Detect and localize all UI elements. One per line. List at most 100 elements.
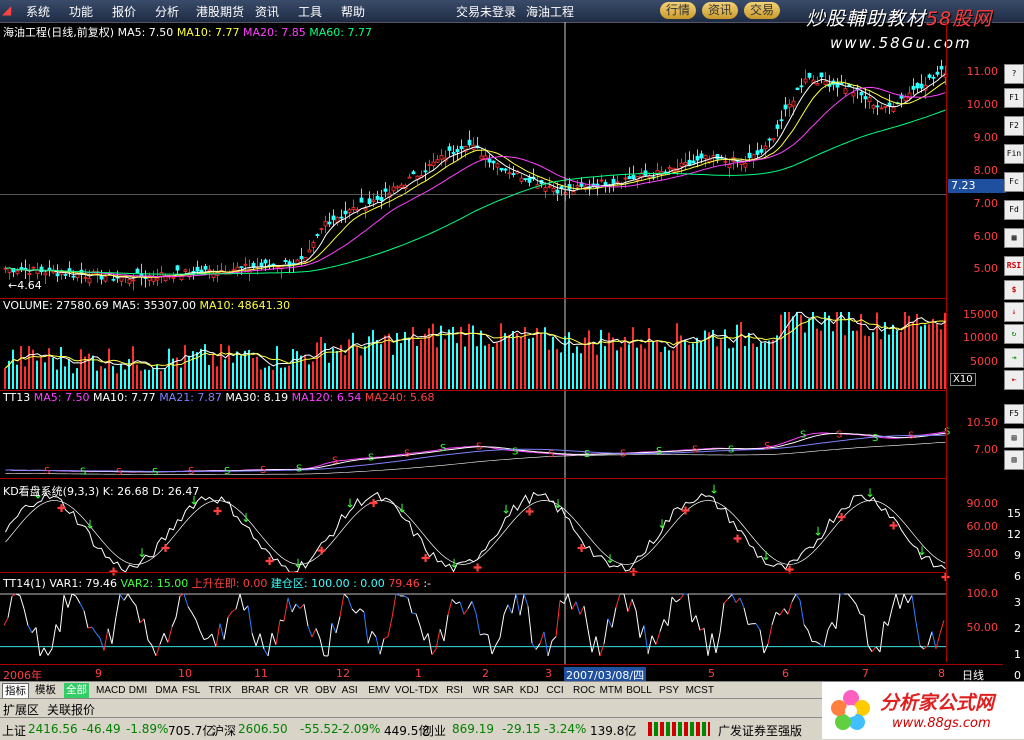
ext-label[interactable]: 扩展区	[3, 701, 39, 718]
tool-fd[interactable]: Fd	[1004, 200, 1024, 220]
volume-bar	[240, 356, 242, 389]
menu-analysis[interactable]: 分析	[155, 3, 179, 20]
volume-bar	[780, 315, 782, 389]
indicator-fsl[interactable]: FSL	[182, 683, 200, 698]
indicator-dmi[interactable]: DMI	[129, 683, 147, 698]
menu-help[interactable]: 帮助	[341, 3, 365, 20]
tool-f2[interactable]: F2	[1004, 116, 1024, 136]
candle-body	[864, 97, 867, 99]
tool-chart-icon[interactable]: ▥	[1004, 450, 1024, 470]
indicator-asi[interactable]: ASI	[342, 683, 358, 698]
kd-buy-arrow: ↓	[345, 497, 355, 511]
menu-hk-futures[interactable]: 港股期货	[196, 3, 244, 20]
indicator-vol-tdx[interactable]: VOL-TDX	[395, 683, 438, 698]
indicator-cci[interactable]: CCI	[546, 683, 563, 698]
tool-fin[interactable]: Fin	[1004, 144, 1024, 164]
volume-bar	[472, 326, 474, 389]
volume-bar	[420, 340, 422, 389]
indicator-roc[interactable]: ROC	[573, 683, 595, 698]
tab-template[interactable]: 模板	[33, 683, 58, 698]
pill-trade[interactable]: 交易	[744, 2, 780, 19]
indicator-mtm[interactable]: MTM	[600, 683, 623, 698]
menu-quote[interactable]: 报价	[112, 3, 136, 20]
candle-body	[260, 263, 263, 267]
volume-bar	[372, 330, 374, 389]
indicator-wr[interactable]: WR	[473, 683, 490, 698]
tab-all[interactable]: 全部	[64, 683, 89, 698]
menu-tools[interactable]: 工具	[298, 3, 322, 20]
indicator-obv[interactable]: OBV	[315, 683, 336, 698]
tool-refresh-icon[interactable]: ↻	[1004, 324, 1024, 344]
pill-news[interactable]: 资讯	[702, 2, 738, 19]
tool-scale-icon[interactable]: ▦	[1004, 228, 1024, 248]
trade-status: 交易未登录	[456, 3, 516, 20]
tool-help-icon[interactable]: ?	[1004, 64, 1024, 84]
indicator-kdj[interactable]: KDJ	[520, 683, 539, 698]
menu-system[interactable]: 系统	[26, 3, 50, 20]
indicator-sar[interactable]: SAR	[493, 683, 514, 698]
tt14-segment	[448, 599, 452, 614]
candle-body	[344, 211, 347, 214]
candle-body	[352, 208, 355, 210]
tt14-segment	[356, 609, 360, 613]
volume-bar	[736, 325, 738, 389]
tt14-segment	[608, 619, 612, 628]
tool-dollar[interactable]: $	[1004, 280, 1024, 300]
volume-bar	[388, 334, 390, 389]
menu-news[interactable]: 资讯	[255, 3, 279, 20]
volume-bar	[400, 343, 402, 389]
volume-bar	[576, 346, 578, 389]
tool-fc[interactable]: Fc	[1004, 172, 1024, 192]
indicator-mcst[interactable]: MCST	[686, 683, 714, 698]
indicator-rsi[interactable]: RSI	[446, 683, 463, 698]
tt13-signal: S	[152, 467, 158, 478]
kd-buy-arrow: ↓	[449, 557, 459, 571]
menu-function[interactable]: 功能	[69, 3, 93, 20]
tool-arrow-icon[interactable]: ↓	[1004, 302, 1024, 322]
volume-bar	[660, 352, 662, 389]
candle-body	[28, 273, 31, 274]
volume-bar	[900, 332, 902, 389]
tool-enter-icon[interactable]: ⇥	[1004, 348, 1024, 368]
market-bars-icon	[648, 722, 710, 736]
chart-area[interactable]: SSSSSSSSSSSSSSSSSSSSSSSSSS↓✚↓✚↓✚↓✚↓✚↓✚↓✚…	[0, 22, 1003, 664]
indicator-vr[interactable]: VR	[295, 683, 309, 698]
volume-bar	[92, 356, 94, 389]
indicator-trix[interactable]: TRIX	[209, 683, 232, 698]
tool-f5[interactable]: F5	[1004, 404, 1024, 424]
volume-bar	[580, 353, 582, 389]
tt14-segment	[212, 634, 216, 647]
tool-grid-icon[interactable]: ▤	[1004, 428, 1024, 448]
candle-body	[860, 92, 863, 94]
volume-bar	[456, 343, 458, 389]
related-quote[interactable]: 关联报价	[47, 701, 95, 718]
tt14-segment	[692, 616, 696, 623]
indicator-dma[interactable]: DMA	[155, 683, 177, 698]
cy-name: 创业	[422, 722, 446, 739]
volume-bar	[672, 350, 674, 389]
indicator-psy[interactable]: PSY	[659, 683, 679, 698]
tt14-rise: 上升在即: 0.00	[192, 577, 268, 590]
tt14-segment	[548, 641, 552, 656]
candle-body	[768, 139, 771, 140]
candle-body	[328, 222, 331, 224]
tool-exit-icon[interactable]: ⇤	[1004, 370, 1024, 390]
indicator-emv[interactable]: EMV	[368, 683, 390, 698]
candle-body	[460, 146, 463, 148]
candle-body	[208, 270, 211, 271]
indicator-brar[interactable]: BRAR	[241, 683, 269, 698]
volume-bar	[32, 350, 34, 389]
tool-f1[interactable]: F1	[1004, 88, 1024, 108]
indicator-macd[interactable]: MACD	[96, 683, 125, 698]
tt14-segment	[520, 594, 524, 615]
volume-bar	[676, 323, 678, 389]
kd-buy-arrow: ↓	[709, 482, 719, 496]
tt14-segment	[780, 609, 784, 615]
pill-quote[interactable]: 行情	[660, 2, 696, 19]
tool-rsi[interactable]: RSI	[1004, 256, 1024, 276]
volume-bar	[36, 361, 38, 389]
indicator-boll[interactable]: BOLL	[626, 683, 652, 698]
tt13-signal: S	[368, 452, 374, 463]
indicator-cr[interactable]: CR	[274, 683, 288, 698]
volume-bar	[364, 346, 366, 389]
